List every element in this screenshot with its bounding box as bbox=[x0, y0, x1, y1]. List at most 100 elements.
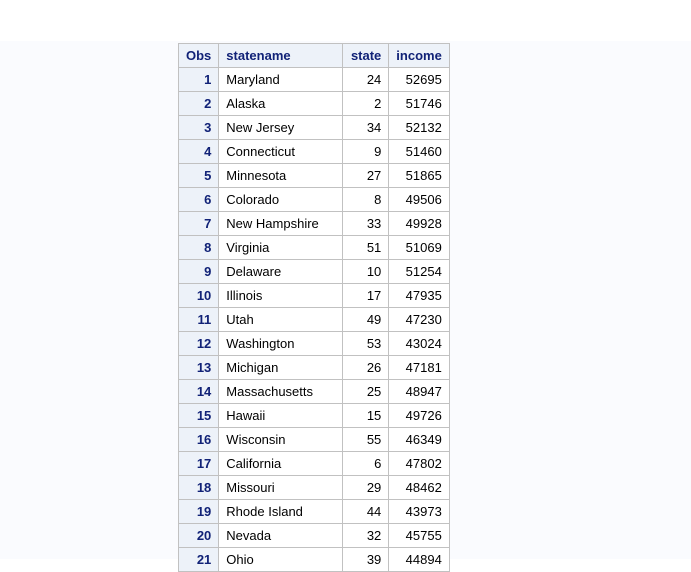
header-row: Obs statename state income bbox=[177, 43, 450, 68]
column-header-income: income bbox=[388, 43, 450, 68]
table-row: 10 Illinois 17 47935 bbox=[177, 283, 450, 308]
results-viewer: Obs statename state income 1 Maryland 24 52… bbox=[0, 41, 691, 572]
statename-cell: Ohio bbox=[218, 547, 344, 572]
statename-cell: Massachusetts bbox=[218, 379, 344, 404]
income-cell: 51069 bbox=[388, 235, 450, 260]
table-row: 19 Rhode Island 44 43973 bbox=[177, 499, 450, 524]
obs-cell: 16 bbox=[177, 427, 220, 452]
obs-cell: 6 bbox=[177, 187, 220, 212]
column-header-obs: Obs bbox=[177, 43, 220, 68]
column-header-state: state bbox=[342, 43, 390, 68]
state-cell: 53 bbox=[342, 331, 390, 356]
obs-cell: 7 bbox=[177, 211, 220, 236]
income-cell: 51254 bbox=[388, 259, 450, 284]
state-cell: 39 bbox=[342, 547, 390, 572]
state-cell: 6 bbox=[342, 451, 390, 476]
statename-cell: Utah bbox=[218, 307, 344, 332]
income-cell: 51865 bbox=[388, 163, 450, 188]
statename-cell: Rhode Island bbox=[218, 499, 344, 524]
table-row: 17 California 6 47802 bbox=[177, 451, 450, 476]
statename-cell: Maryland bbox=[218, 67, 344, 92]
statename-cell: Delaware bbox=[218, 259, 344, 284]
table-row: 12 Washington 53 43024 bbox=[177, 331, 450, 356]
table-row: 7 New Hampshire 33 49928 bbox=[177, 211, 450, 236]
statename-cell: Washington bbox=[218, 331, 344, 356]
statename-cell: Alaska bbox=[218, 91, 344, 116]
statename-cell: Nevada bbox=[218, 523, 344, 548]
obs-cell: 17 bbox=[177, 451, 220, 476]
obs-cell: 19 bbox=[177, 499, 220, 524]
state-cell: 29 bbox=[342, 475, 390, 500]
state-cell: 2 bbox=[342, 91, 390, 116]
table-row: 6 Colorado 8 49506 bbox=[177, 187, 450, 212]
table-row: 14 Massachusetts 25 48947 bbox=[177, 379, 450, 404]
income-cell: 47935 bbox=[388, 283, 450, 308]
table-row: 1 Maryland 24 52695 bbox=[177, 67, 450, 92]
table-row: 18 Missouri 29 48462 bbox=[177, 475, 450, 500]
income-cell: 45755 bbox=[388, 523, 450, 548]
state-cell: 10 bbox=[342, 259, 390, 284]
obs-cell: 2 bbox=[177, 91, 220, 116]
income-cell: 52695 bbox=[388, 67, 450, 92]
column-header-statename: statename bbox=[218, 43, 344, 68]
obs-cell: 18 bbox=[177, 475, 220, 500]
income-cell: 46349 bbox=[388, 427, 450, 452]
income-cell: 51746 bbox=[388, 91, 450, 116]
top-band bbox=[0, 0, 691, 41]
obs-cell: 12 bbox=[177, 331, 220, 356]
table-row: 16 Wisconsin 55 46349 bbox=[177, 427, 450, 452]
state-cell: 25 bbox=[342, 379, 390, 404]
state-cell: 51 bbox=[342, 235, 390, 260]
table-row: 2 Alaska 2 51746 bbox=[177, 91, 450, 116]
income-cell: 47802 bbox=[388, 451, 450, 476]
table-row: 8 Virginia 51 51069 bbox=[177, 235, 450, 260]
table-row: 9 Delaware 10 51254 bbox=[177, 259, 450, 284]
table-row: 4 Connecticut 9 51460 bbox=[177, 139, 450, 164]
state-cell: 32 bbox=[342, 523, 390, 548]
statename-cell: New Jersey bbox=[218, 115, 344, 140]
table-row: 20 Nevada 32 45755 bbox=[177, 523, 450, 548]
statename-cell: New Hampshire bbox=[218, 211, 344, 236]
obs-cell: 9 bbox=[177, 259, 220, 284]
obs-cell: 8 bbox=[177, 235, 220, 260]
table-row: 13 Michigan 26 47181 bbox=[177, 355, 450, 380]
obs-cell: 15 bbox=[177, 403, 220, 428]
income-cell: 43973 bbox=[388, 499, 450, 524]
statename-cell: Minnesota bbox=[218, 163, 344, 188]
state-cell: 24 bbox=[342, 67, 390, 92]
statename-cell: California bbox=[218, 451, 344, 476]
income-cell: 44894 bbox=[388, 547, 450, 572]
state-cell: 15 bbox=[342, 403, 390, 428]
state-cell: 49 bbox=[342, 307, 390, 332]
obs-cell: 13 bbox=[177, 355, 220, 380]
state-cell: 44 bbox=[342, 499, 390, 524]
state-cell: 33 bbox=[342, 211, 390, 236]
state-cell: 17 bbox=[342, 283, 390, 308]
income-cell: 47181 bbox=[388, 355, 450, 380]
income-cell: 48462 bbox=[388, 475, 450, 500]
table-row: 21 Ohio 39 44894 bbox=[177, 547, 450, 572]
statename-cell: Hawaii bbox=[218, 403, 344, 428]
income-cell: 52132 bbox=[388, 115, 450, 140]
income-cell: 49726 bbox=[388, 403, 450, 428]
state-cell: 27 bbox=[342, 163, 390, 188]
income-cell: 47230 bbox=[388, 307, 450, 332]
obs-cell: 3 bbox=[177, 115, 220, 140]
obs-cell: 11 bbox=[177, 307, 220, 332]
table-body: 1 Maryland 24 52695 2 Alaska 2 51746 3 New Jersey… bbox=[177, 67, 450, 572]
income-cell: 49506 bbox=[388, 187, 450, 212]
obs-cell: 10 bbox=[177, 283, 220, 308]
obs-cell: 1 bbox=[177, 67, 220, 92]
table-row: 5 Minnesota 27 51865 bbox=[177, 163, 450, 188]
statename-cell: Missouri bbox=[218, 475, 344, 500]
income-cell: 49928 bbox=[388, 211, 450, 236]
obs-cell: 21 bbox=[177, 547, 220, 572]
income-cell: 48947 bbox=[388, 379, 450, 404]
obs-cell: 14 bbox=[177, 379, 220, 404]
obs-cell: 20 bbox=[177, 523, 220, 548]
table-row: 15 Hawaii 15 49726 bbox=[177, 403, 450, 428]
table-row: 11 Utah 49 47230 bbox=[177, 307, 450, 332]
income-cell: 51460 bbox=[388, 139, 450, 164]
state-cell: 55 bbox=[342, 427, 390, 452]
state-cell: 9 bbox=[342, 139, 390, 164]
